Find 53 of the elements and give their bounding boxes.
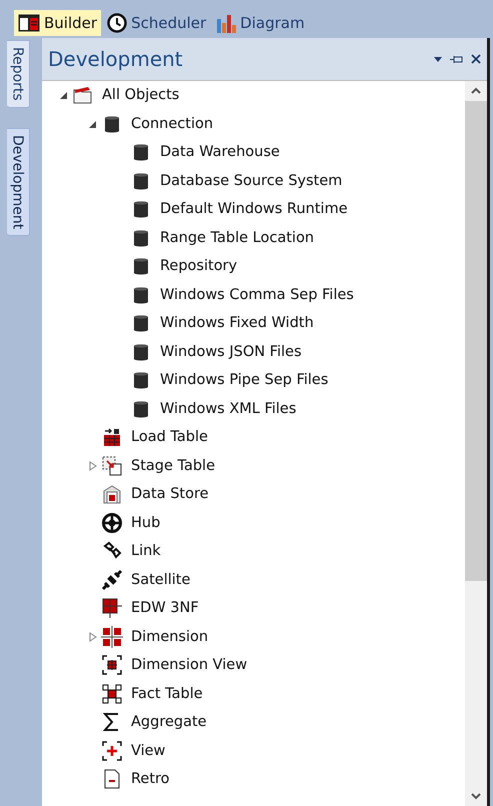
dimension-view-icon <box>101 654 123 676</box>
tree-item[interactable]: Data Warehouse <box>160 144 280 160</box>
tree-item[interactable]: Range Table Location <box>160 230 314 246</box>
clock-icon <box>107 13 128 33</box>
collapsed-arrow-icon[interactable] <box>88 460 98 471</box>
tree-item[interactable]: Windows XML Files <box>160 400 296 417</box>
hub-icon <box>101 512 123 534</box>
tree-item[interactable]: Link <box>131 543 161 560</box>
collapsed-arrow-icon[interactable] <box>88 632 98 642</box>
table-icon <box>101 426 123 448</box>
tree-item[interactable]: Windows JSON Files <box>160 344 302 360</box>
tree-item[interactable]: All Objects <box>102 87 180 104</box>
grid-icon <box>101 597 123 620</box>
scrollbar-thumb[interactable] <box>465 101 487 581</box>
tree-item[interactable]: Windows Comma Sep Files <box>160 286 354 303</box>
tab[interactable]: Scheduler <box>103 10 210 36</box>
tree-item[interactable]: Connection <box>131 116 214 132</box>
tab[interactable]: Builder <box>14 10 102 36</box>
panel-title: Development <box>48 47 184 71</box>
tab[interactable]: Diagram <box>212 10 309 36</box>
tree-item[interactable]: Dimension View <box>131 657 248 674</box>
side-tab[interactable]: Development <box>6 128 30 236</box>
close-icon[interactable] <box>471 54 481 64</box>
tree-item[interactable]: Hub <box>131 514 160 531</box>
tree-item[interactable]: Repository <box>160 258 238 274</box>
tree-item[interactable]: Load Table <box>131 429 208 446</box>
stage-table-icon <box>101 454 123 477</box>
expanded-arrow-icon[interactable] <box>59 90 69 100</box>
tree-item[interactable]: Satellite <box>131 572 190 588</box>
pin-icon[interactable] <box>450 54 463 64</box>
window-icon <box>18 14 40 32</box>
building-icon <box>101 483 123 506</box>
tree-item[interactable]: EDW 3NF <box>131 600 199 616</box>
tree-item[interactable]: Fact Table <box>131 686 203 702</box>
tree-item[interactable]: Dimension <box>131 628 208 645</box>
side-tab[interactable]: Reports <box>6 40 30 108</box>
satellite-icon <box>101 568 123 591</box>
view-icon <box>101 740 123 762</box>
tree-item[interactable]: Windows Pipe Sep Files <box>160 372 328 388</box>
tree-item[interactable]: Default Windows Runtime <box>160 201 348 218</box>
dropdown-icon[interactable] <box>434 56 442 62</box>
tree-item[interactable]: Aggregate <box>131 714 207 730</box>
tree-item[interactable]: View <box>131 742 166 759</box>
tree-item[interactable]: Stage Table <box>131 458 216 474</box>
tree-item[interactable]: Retro <box>131 771 170 788</box>
tree-item[interactable]: Database Source System <box>160 172 342 189</box>
tree-item[interactable]: Data Store <box>131 486 209 502</box>
fact-table-icon <box>101 682 123 705</box>
tree-item[interactable]: Windows Fixed Width <box>160 315 314 332</box>
four-squares-icon <box>101 626 123 648</box>
expanded-arrow-icon[interactable] <box>88 118 98 129</box>
bar-chart-icon <box>216 13 236 33</box>
folder-icon <box>72 84 94 106</box>
